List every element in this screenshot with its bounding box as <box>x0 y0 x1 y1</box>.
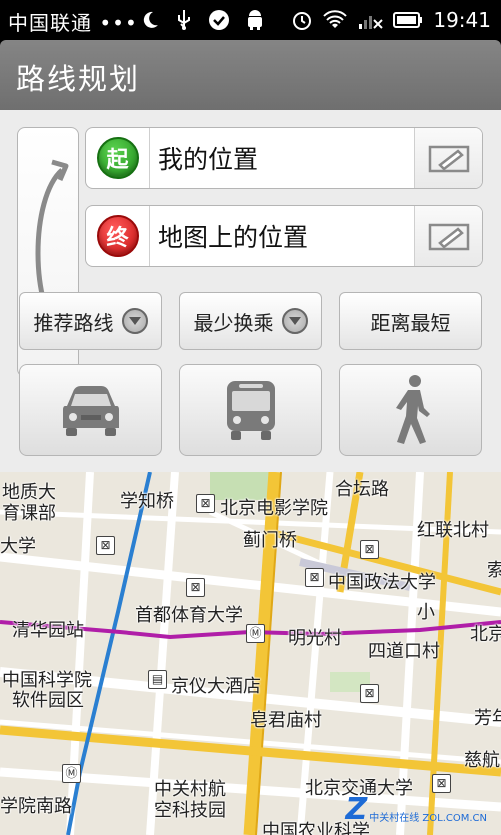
zol-logo-icon: Z <box>345 792 368 827</box>
map-label: 首都体育大学 <box>135 605 243 626</box>
moon-icon <box>143 11 158 28</box>
end-field[interactable]: 终 地图上的位置 <box>85 205 483 267</box>
wifi-icon <box>323 10 348 28</box>
map-label: 空科技园 <box>154 800 226 821</box>
map-label: 软件园区 <box>12 690 84 711</box>
carrier-label: 中国联通 ••• <box>8 11 138 35</box>
title-bar: 路线规划 <box>0 40 501 110</box>
map-label: 芳年 <box>474 708 501 729</box>
map-label: 索 <box>487 560 501 581</box>
poi-icon: ⊠ <box>186 578 205 597</box>
edit-end-button[interactable] <box>414 206 482 266</box>
edit-icon <box>428 223 469 251</box>
usb-icon <box>178 10 190 30</box>
map-label: 北京 <box>470 624 501 645</box>
check-icon <box>209 10 229 30</box>
map-label: 学知桥 <box>120 491 174 512</box>
bus-mode-button[interactable] <box>179 364 322 456</box>
poi-icon: ⊠ <box>360 684 379 703</box>
signal-icon <box>359 16 384 29</box>
walk-icon <box>395 375 430 444</box>
page-title: 路线规划 <box>16 62 141 96</box>
end-location-text[interactable]: 地图上的位置 <box>150 206 414 266</box>
map-label: 中国政法大学 <box>328 572 436 593</box>
map-label: 皂君庙村 <box>250 710 322 731</box>
start-field[interactable]: 起 我的位置 <box>85 127 483 189</box>
poi-icon: ⊠ <box>360 540 379 559</box>
clock: 19:41 <box>433 8 491 32</box>
map-label: 慈航 <box>464 750 500 771</box>
car-icon <box>62 386 119 436</box>
dropdown-arrow-icon <box>281 308 308 334</box>
shortest-distance-label: 距离最短 <box>370 310 451 335</box>
map-label: 小 <box>417 602 435 623</box>
poi-icon: ⊠ <box>196 494 215 513</box>
start-badge-icon: 起 <box>96 137 139 179</box>
poi-icon: ⊠ <box>96 536 115 555</box>
map-label: 红联北村 <box>417 520 489 541</box>
recommended-route-label: 推荐路线 <box>33 310 114 335</box>
least-transfer-label: 最少换乘 <box>193 310 274 335</box>
subway-station-icon: Ⓜ <box>246 624 265 643</box>
edit-icon <box>428 145 469 173</box>
system-icons: 19:41 <box>291 6 491 34</box>
watermark: Z 中关村在线 ZOL.COM.CN <box>345 795 487 825</box>
map-label: 合坛路 <box>335 479 389 500</box>
subway-station-icon: Ⓜ <box>62 764 81 783</box>
map-label: 明光村 <box>288 628 342 649</box>
android-icon <box>248 10 262 30</box>
notification-icons <box>140 6 266 34</box>
map-label: 四道口村 <box>368 641 440 662</box>
alarm-icon <box>293 12 312 30</box>
car-mode-button[interactable] <box>19 364 162 456</box>
watermark-text: 中关村在线 ZOL.COM.CN <box>369 813 487 824</box>
map-label: 清华园站 <box>12 620 84 641</box>
map-view[interactable]: 地质大 育课部 学知桥 ⊠ 北京电影学院 合坛路 蓟门桥 红联北村 大学 ⊠ ⊠… <box>0 472 501 835</box>
map-label: 大学 <box>0 536 36 557</box>
map-label: 育课部 <box>2 503 56 524</box>
route-panel: 起 我的位置 终 地图上的位置 推荐路线 最少换乘 距离最短 <box>0 110 501 472</box>
start-location-text[interactable]: 我的位置 <box>150 128 414 188</box>
walk-mode-button[interactable] <box>339 364 482 456</box>
map-label: 学院南路 <box>0 796 72 817</box>
least-transfer-dropdown[interactable]: 最少换乘 <box>179 292 322 350</box>
battery-icon <box>393 12 423 28</box>
map-label: 京仪大酒店 <box>171 676 261 697</box>
dropdown-arrow-icon <box>121 308 148 334</box>
status-bar: 中国联通 ••• 19:41 <box>0 0 501 40</box>
shortest-distance-button[interactable]: 距离最短 <box>339 292 482 350</box>
poi-icon: ⊠ <box>305 568 324 587</box>
end-badge-icon: 终 <box>96 215 139 257</box>
map-label: 蓟门桥 <box>243 530 297 551</box>
edit-start-button[interactable] <box>414 128 482 188</box>
hotel-icon: ▤ <box>148 670 167 689</box>
recommended-route-dropdown[interactable]: 推荐路线 <box>19 292 162 350</box>
bus-icon <box>226 381 275 440</box>
poi-icon: ⊠ <box>432 774 451 793</box>
map-label: 北京电影学院 <box>220 498 328 519</box>
